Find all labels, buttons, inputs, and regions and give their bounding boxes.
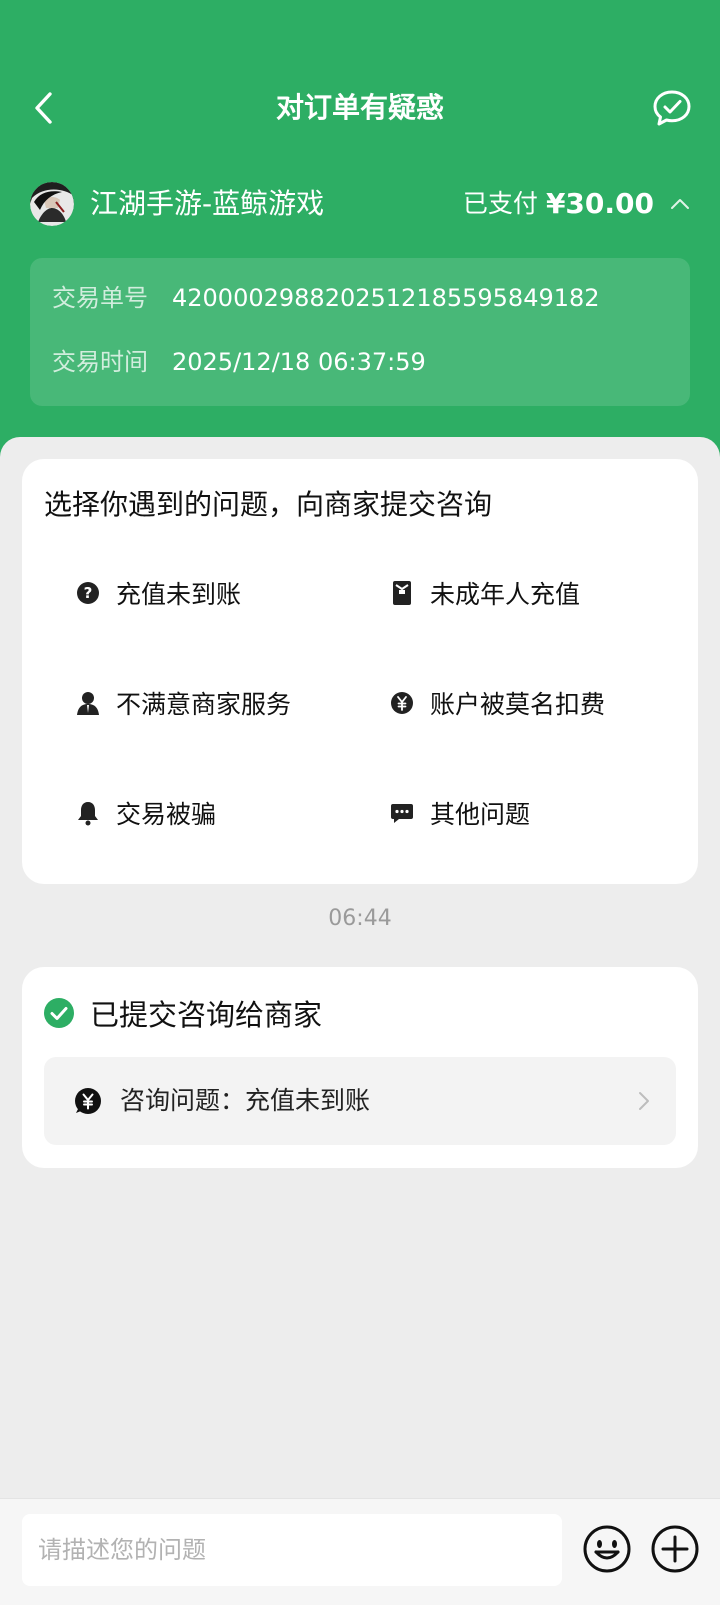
- message-input[interactable]: [22, 1514, 562, 1586]
- chat-button[interactable]: [648, 86, 696, 130]
- question-circle-icon: ?: [74, 579, 102, 607]
- avatar: [30, 182, 74, 226]
- issues-title: 选择你遇到的问题，向商家提交咨询: [44, 488, 493, 521]
- order-number-label: 交易单号: [52, 284, 148, 312]
- issue-other[interactable]: 其他问题: [388, 785, 530, 841]
- bell-icon: [74, 799, 102, 827]
- issues-card: 选择你遇到的问题，向商家提交咨询 ? 充值未到账 未成年人充值 不满意商家服务 …: [22, 459, 698, 884]
- merchant-name: 江湖手游-蓝鲸游戏: [90, 187, 325, 220]
- yuan-circle-icon: [388, 689, 416, 717]
- check-circle-icon: [44, 998, 74, 1028]
- issue-scammed[interactable]: 交易被骗: [74, 785, 216, 841]
- issue-recharge-not-received[interactable]: ? 充值未到账: [74, 565, 241, 621]
- yuan-circle-icon: [74, 1087, 102, 1119]
- issue-label: 充值未到账: [116, 580, 242, 609]
- svg-text:?: ?: [84, 584, 93, 602]
- consultation-question-text: 咨询问题：充值未到账: [120, 1086, 371, 1115]
- input-bar: [0, 1498, 720, 1605]
- issue-minor-recharge[interactable]: 未成年人充值: [388, 565, 580, 621]
- page-title: 对订单有疑惑: [275, 91, 444, 124]
- submitted-title: 已提交咨询给商家: [90, 998, 323, 1032]
- transaction-info: 交易单号 4200002988202512185595849182 交易时间 202…: [30, 258, 690, 406]
- paid-label: 已支付: [462, 189, 538, 218]
- issue-label: 不满意商家服务: [116, 690, 292, 719]
- issue-label: 未成年人充值: [430, 580, 581, 609]
- submitted-header: 已提交咨询给商家: [44, 993, 322, 1033]
- consultation-question-row[interactable]: 咨询问题：充值未到账: [44, 1057, 676, 1145]
- payment-summary-toggle[interactable]: 已支付 ¥30.00: [463, 180, 690, 228]
- issue-label: 交易被骗: [116, 800, 217, 829]
- order-number-value: 4200002988202512185595849182: [172, 284, 600, 312]
- transaction-time-value: 2025/12/18 06:37:59: [172, 348, 426, 376]
- more-button[interactable]: [650, 1524, 700, 1574]
- order-number-row: 交易单号 4200002988202512185595849182: [52, 278, 600, 318]
- message-dots-icon: [388, 799, 416, 827]
- merchant-row: 江湖手游-蓝鲸游戏 已支付 ¥30.00: [30, 180, 690, 228]
- transaction-time-row: 交易时间 2025/12/18 06:37:59: [52, 342, 426, 382]
- plus-circle-icon: [651, 1525, 699, 1573]
- chevron-up-icon: [671, 199, 689, 209]
- issue-unsatisfied-service[interactable]: 不满意商家服务: [74, 675, 291, 731]
- emoji-button[interactable]: [582, 1524, 632, 1574]
- issue-label: 账户被莫名扣费: [430, 690, 606, 719]
- transaction-time-label: 交易时间: [52, 348, 148, 376]
- chat-check-icon: [653, 90, 691, 126]
- issue-unexplained-charge[interactable]: 账户被莫名扣费: [388, 675, 605, 731]
- id-badge-icon: [388, 579, 416, 607]
- message-timestamp: 06:44: [328, 906, 392, 931]
- paid-amount: ¥30.00: [545, 187, 654, 220]
- smile-icon: [583, 1525, 631, 1573]
- issue-label: 其他问题: [430, 800, 531, 829]
- submitted-card: 已提交咨询给商家 咨询问题：充值未到账: [22, 967, 698, 1168]
- person-icon: [74, 689, 102, 717]
- chevron-right-icon: [639, 1092, 649, 1110]
